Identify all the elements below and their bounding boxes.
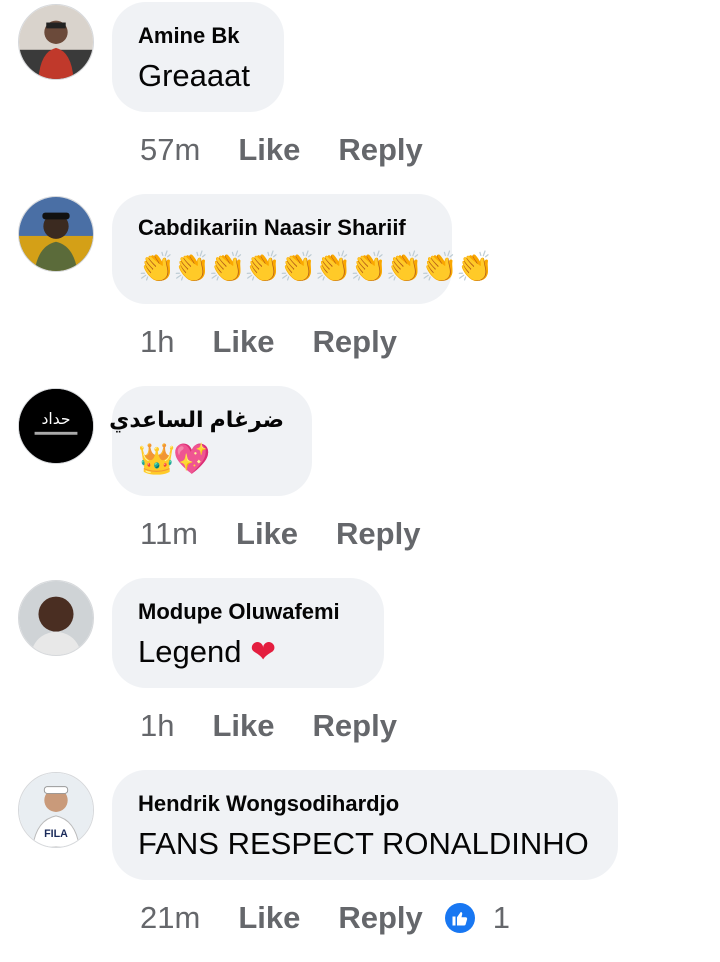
reply-button[interactable]: Reply [338, 132, 422, 168]
comment-author[interactable]: Cabdikariin Naasir Shariif [138, 214, 424, 242]
like-button[interactable]: Like [238, 900, 300, 936]
reaction-summary[interactable]: 1 [444, 900, 511, 936]
comment-time[interactable]: 11m [140, 516, 198, 552]
profile-photo-icon [19, 197, 93, 271]
reply-button[interactable]: Reply [336, 516, 420, 552]
avatar[interactable]: حداد [18, 388, 94, 464]
profile-photo-icon: FILA [19, 773, 93, 847]
like-button[interactable]: Like [212, 324, 274, 360]
avatar[interactable] [18, 196, 94, 272]
avatar[interactable]: FILA [18, 772, 94, 848]
comment-time[interactable]: 1h [140, 708, 174, 744]
comment-text: 👏👏👏👏👏👏👏👏👏👏 [138, 251, 494, 284]
comment-text: FANS RESPECT RONALDINHO [138, 826, 589, 861]
comment-author[interactable]: Amine Bk [138, 22, 256, 50]
comment-text: 👑💖 [138, 443, 211, 476]
comment: حداد ضرغام الساعدي 👑💖 11m Like Reply [0, 386, 720, 578]
reply-button[interactable]: Reply [313, 324, 397, 360]
comment: Modupe Oluwafemi Legend ❤ 1h Like Reply [0, 578, 720, 770]
comment-actions: 1h Like Reply [140, 322, 397, 362]
comment-time[interactable]: 1h [140, 324, 174, 360]
like-button[interactable]: Like [238, 132, 300, 168]
reaction-count: 1 [492, 900, 511, 935]
svg-text:FILA: FILA [44, 828, 68, 840]
comment: FILA Hendrik Wongsodihardjo FANS RESPECT… [0, 770, 720, 962]
comment-time[interactable]: 57m [140, 132, 200, 168]
comment-time[interactable]: 21m [140, 900, 200, 936]
avatar-text: حداد [41, 410, 70, 428]
comment-text: Greaaat [138, 58, 251, 93]
comment-author[interactable]: Modupe Oluwafemi [138, 598, 356, 626]
comment-author[interactable]: Hendrik Wongsodihardjo [138, 790, 590, 818]
heart-icon: ❤ [250, 634, 277, 669]
profile-photo-icon: حداد [19, 389, 93, 463]
comment: Amine Bk Greaaat 57m Like Reply [0, 2, 720, 194]
comment-bubble: Cabdikariin Naasir Shariif 👏👏👏👏👏👏👏👏👏👏 [112, 194, 494, 304]
comment: Cabdikariin Naasir Shariif 👏👏👏👏👏👏👏👏👏👏 1h… [0, 194, 720, 386]
comment-text: Legend ❤ [138, 632, 356, 672]
comment-actions: 1h Like Reply [140, 706, 397, 746]
comment-bubble: ضرغام الساعدي 👑💖 [109, 386, 312, 496]
reply-button[interactable]: Reply [338, 900, 422, 936]
comment-actions: 11m Like Reply [140, 514, 420, 554]
comment-bubble: Hendrik Wongsodihardjo FANS RESPECT RONA… [112, 770, 618, 880]
comment-bubble: Amine Bk Greaaat [112, 2, 284, 112]
like-button[interactable]: Like [236, 516, 298, 552]
comment-actions: 57m Like Reply [140, 130, 423, 170]
thumbs-up-icon [444, 903, 475, 933]
comment-actions: 21m Like Reply 1 [140, 898, 510, 938]
profile-photo-icon [19, 581, 93, 655]
avatar[interactable] [18, 4, 94, 80]
profile-photo-icon [19, 5, 93, 79]
comment-bubble: Modupe Oluwafemi Legend ❤ [112, 578, 384, 688]
comment-author[interactable]: ضرغام الساعدي [109, 406, 284, 434]
avatar[interactable] [18, 580, 94, 656]
like-button[interactable]: Like [212, 708, 274, 744]
comment-text-content: Legend [138, 634, 242, 669]
reply-button[interactable]: Reply [313, 708, 397, 744]
